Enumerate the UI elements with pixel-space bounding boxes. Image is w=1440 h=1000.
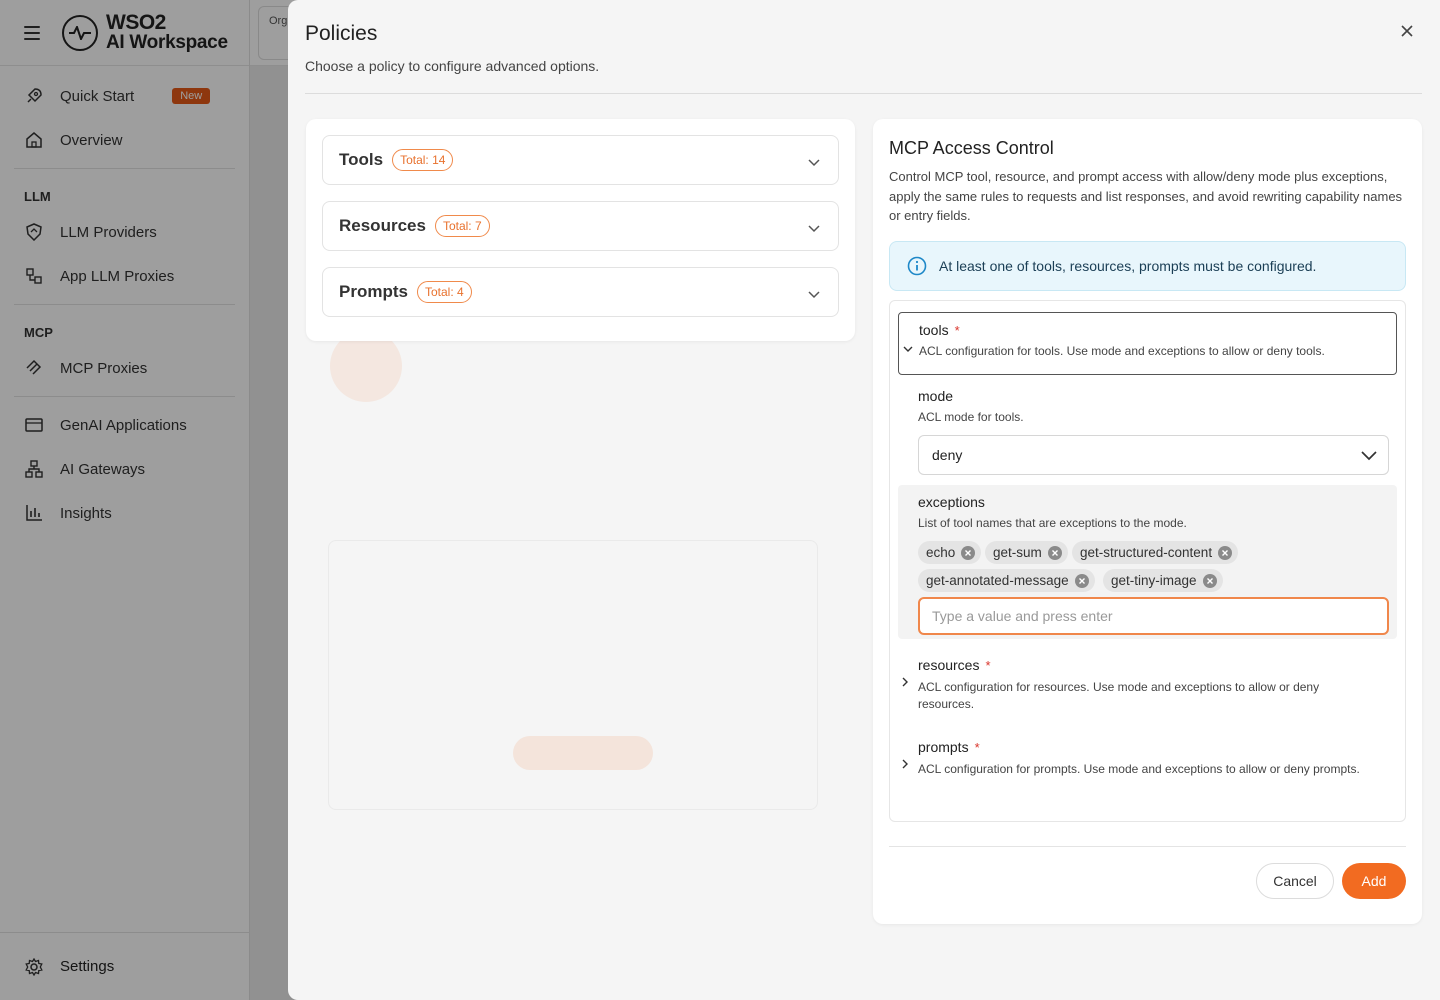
accordion-label: Resources — [339, 216, 426, 235]
chip-label: get-annotated-message — [926, 573, 1069, 588]
chevron-right-icon[interactable] — [902, 674, 909, 692]
modal-title: Policies — [305, 22, 378, 45]
field-name: tools — [919, 322, 949, 338]
total-badge: Total: 7 — [434, 215, 490, 237]
resources-section-header[interactable]: resources * ACL configuration for resourc… — [898, 651, 1397, 721]
accordion-resources[interactable]: Resources Total: 7 — [322, 201, 839, 251]
field-description: ACL configuration for prompts. Use mode … — [918, 762, 1360, 776]
policy-description: Control MCP tool, resource, and prompt a… — [889, 169, 1403, 223]
chip-label: get-sum — [993, 545, 1042, 560]
field-name: resources — [918, 657, 980, 673]
accordion-tools[interactable]: Tools Total: 14 — [322, 135, 839, 185]
field-description: ACL configuration for tools. Use mode an… — [919, 344, 1325, 358]
tools-section-header[interactable]: tools * ACL configuration for tools. Use … — [898, 312, 1397, 375]
divider — [889, 846, 1406, 847]
info-alert: At least one of tools, resources, prompt… — [889, 241, 1406, 291]
policy-list-panel: Tools Total: 14 Resources Total: 7 Promp… — [306, 119, 855, 341]
mode-selected-value: deny — [932, 447, 963, 463]
exceptions-label: exceptions — [918, 494, 985, 510]
chip-label: get-tiny-image — [1111, 573, 1197, 588]
policy-form: tools * ACL configuration for tools. Use … — [889, 300, 1406, 822]
chevron-down-icon — [808, 220, 820, 238]
exception-chip: get-tiny-image — [1103, 569, 1223, 592]
remove-chip-icon[interactable] — [961, 545, 976, 560]
remove-chip-icon[interactable] — [1074, 573, 1089, 588]
prompts-section-header[interactable]: prompts * ACL configuration for prompts. … — [898, 733, 1397, 803]
total-badge: Total: 14 — [392, 149, 454, 171]
info-text: At least one of tools, resources, prompt… — [939, 258, 1317, 274]
info-icon — [907, 256, 927, 276]
field-name: prompts — [918, 739, 969, 755]
required-marker: * — [985, 658, 991, 673]
divider — [305, 93, 1422, 94]
accordion-label: Prompts — [339, 282, 408, 301]
chevron-right-icon[interactable] — [902, 756, 909, 774]
resources-field: resources * — [918, 657, 991, 675]
remove-chip-icon[interactable] — [1218, 545, 1233, 560]
prompts-field: prompts * — [918, 739, 980, 757]
required-marker: * — [974, 740, 980, 755]
policies-modal: Policies Choose a policy to configure ad… — [288, 0, 1440, 1000]
modal-subtitle: Choose a policy to configure advanced op… — [305, 58, 600, 74]
exceptions-section: exceptions List of tool names that are e… — [898, 485, 1397, 639]
chevron-down-icon[interactable] — [903, 340, 913, 358]
add-button[interactable]: Add — [1342, 863, 1406, 899]
chip-label: get-structured-content — [1080, 545, 1213, 560]
remove-chip-icon[interactable] — [1202, 573, 1217, 588]
exception-chip: get-annotated-message — [918, 569, 1095, 592]
exception-value-input[interactable] — [918, 597, 1389, 635]
cancel-button[interactable]: Cancel — [1256, 863, 1334, 899]
accordion-label: Tools — [339, 150, 384, 169]
chevron-down-icon — [808, 286, 820, 304]
mode-description: ACL mode for tools. — [918, 410, 1024, 424]
chevron-down-icon — [1361, 448, 1377, 464]
tools-field: tools * — [919, 322, 960, 340]
chip-label: echo — [926, 545, 956, 560]
remove-chip-icon[interactable] — [1047, 545, 1062, 560]
required-marker: * — [954, 323, 960, 338]
exceptions-description: List of tool names that are exceptions t… — [918, 516, 1187, 530]
chevron-down-icon — [808, 154, 820, 172]
policy-title: MCP Access Control — [889, 138, 1054, 158]
background-ghost — [513, 736, 653, 770]
exception-chip: echo — [918, 541, 982, 564]
accordion-prompts[interactable]: Prompts Total: 4 — [322, 267, 839, 317]
close-icon[interactable] — [1396, 20, 1418, 42]
policy-config-panel: MCP Access Control Control MCP tool, res… — [873, 119, 1422, 924]
exception-chip: get-structured-content — [1072, 541, 1239, 564]
exception-chip: get-sum — [985, 541, 1068, 564]
field-description: ACL configuration for resources. Use mod… — [918, 680, 1320, 711]
total-badge: Total: 4 — [416, 281, 472, 303]
mode-label: mode — [918, 388, 954, 404]
mode-select[interactable]: deny — [918, 435, 1389, 475]
